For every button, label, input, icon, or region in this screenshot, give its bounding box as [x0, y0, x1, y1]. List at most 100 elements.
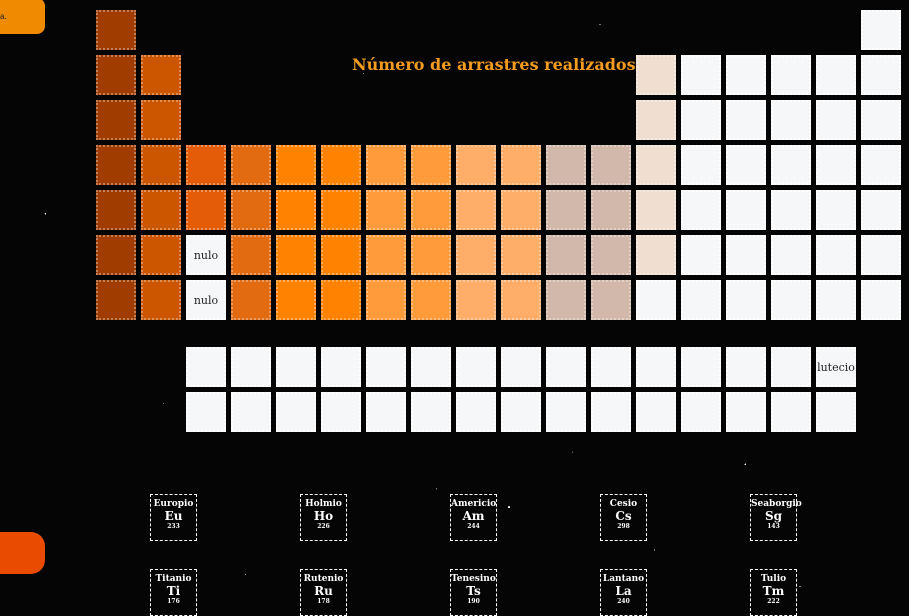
table-cell[interactable] — [861, 100, 901, 140]
table-cell[interactable] — [141, 55, 181, 95]
table-cell[interactable] — [861, 235, 901, 275]
table-cell[interactable] — [726, 235, 766, 275]
table-cell[interactable] — [96, 190, 136, 230]
table-cell[interactable] — [681, 145, 721, 185]
table-cell[interactable] — [546, 145, 586, 185]
table-cell[interactable] — [366, 235, 406, 275]
table-cell[interactable] — [726, 280, 766, 320]
table-cell[interactable] — [321, 235, 361, 275]
f-block-cell[interactable] — [186, 347, 226, 387]
table-cell[interactable] — [771, 235, 811, 275]
table-cell[interactable] — [636, 280, 676, 320]
table-cell[interactable] — [276, 235, 316, 275]
table-cell[interactable] — [96, 235, 136, 275]
table-cell[interactable] — [231, 235, 271, 275]
table-cell[interactable] — [546, 235, 586, 275]
table-cell[interactable] — [411, 145, 451, 185]
table-cell[interactable] — [501, 280, 541, 320]
f-block-cell[interactable] — [501, 347, 541, 387]
table-cell[interactable] — [321, 145, 361, 185]
table-cell[interactable] — [231, 280, 271, 320]
f-block-cell[interactable] — [186, 392, 226, 432]
f-block-cell[interactable] — [501, 392, 541, 432]
table-cell[interactable] — [276, 190, 316, 230]
table-cell[interactable] — [501, 190, 541, 230]
table-cell[interactable] — [861, 145, 901, 185]
table-cell[interactable] — [726, 100, 766, 140]
table-cell[interactable] — [771, 280, 811, 320]
f-block-cell[interactable] — [591, 347, 631, 387]
f-block-cell[interactable] — [366, 392, 406, 432]
table-cell[interactable] — [771, 190, 811, 230]
table-cell[interactable] — [231, 190, 271, 230]
table-cell[interactable] — [726, 55, 766, 95]
table-cell[interactable] — [681, 280, 721, 320]
table-cell[interactable] — [501, 235, 541, 275]
f-block-cell[interactable] — [231, 347, 271, 387]
f-block-cell[interactable] — [771, 392, 811, 432]
table-cell[interactable] — [861, 10, 901, 50]
table-cell[interactable] — [681, 55, 721, 95]
f-block-cell[interactable] — [636, 392, 676, 432]
f-block-cell[interactable] — [726, 392, 766, 432]
f-block-cell[interactable] — [276, 347, 316, 387]
table-cell[interactable] — [366, 190, 406, 230]
table-cell[interactable] — [771, 55, 811, 95]
table-cell[interactable] — [636, 55, 676, 95]
f-block-cell[interactable] — [231, 392, 271, 432]
table-cell[interactable] — [636, 190, 676, 230]
table-cell[interactable] — [636, 100, 676, 140]
f-block-cell[interactable] — [366, 347, 406, 387]
table-cell[interactable] — [861, 55, 901, 95]
table-cell[interactable] — [186, 145, 226, 185]
table-cell[interactable] — [456, 145, 496, 185]
table-cell[interactable] — [816, 100, 856, 140]
f-block-cell[interactable] — [771, 347, 811, 387]
element-card[interactable]: Seaborgio Sg 143 — [750, 494, 802, 541]
f-block-cell[interactable] — [411, 347, 451, 387]
table-cell[interactable] — [141, 235, 181, 275]
table-cell[interactable]: nulo — [186, 235, 226, 275]
element-card[interactable]: Europio Eu 233 — [150, 494, 197, 541]
element-card[interactable]: Lantano La 240 — [600, 569, 647, 616]
table-cell[interactable] — [276, 145, 316, 185]
table-cell[interactable] — [591, 145, 631, 185]
table-cell[interactable] — [816, 235, 856, 275]
table-cell[interactable] — [636, 145, 676, 185]
table-cell[interactable] — [96, 280, 136, 320]
f-block-cell[interactable] — [546, 392, 586, 432]
f-block-cell[interactable] — [321, 392, 361, 432]
element-card[interactable]: Rutenio Ru 178 — [300, 569, 347, 616]
f-block-cell[interactable] — [456, 347, 496, 387]
element-card[interactable]: Americio Am 244 — [450, 494, 497, 541]
table-cell[interactable] — [636, 235, 676, 275]
f-block-cell[interactable] — [276, 392, 316, 432]
table-cell[interactable] — [141, 190, 181, 230]
f-block-cell[interactable] — [681, 347, 721, 387]
f-block-cell[interactable] — [546, 347, 586, 387]
table-cell[interactable] — [726, 145, 766, 185]
table-cell[interactable] — [456, 190, 496, 230]
table-cell[interactable] — [546, 190, 586, 230]
table-cell[interactable] — [276, 280, 316, 320]
table-cell[interactable] — [771, 145, 811, 185]
table-cell[interactable] — [321, 190, 361, 230]
table-cell[interactable] — [411, 190, 451, 230]
f-block-cell[interactable]: lutecio — [816, 347, 856, 387]
f-block-cell[interactable] — [321, 347, 361, 387]
table-cell[interactable] — [861, 190, 901, 230]
table-cell[interactable] — [96, 145, 136, 185]
table-cell[interactable] — [96, 100, 136, 140]
table-cell[interactable] — [141, 280, 181, 320]
table-cell[interactable]: nulo — [186, 280, 226, 320]
table-cell[interactable] — [456, 235, 496, 275]
table-cell[interactable] — [366, 145, 406, 185]
table-cell[interactable] — [231, 145, 271, 185]
table-cell[interactable] — [681, 190, 721, 230]
table-cell[interactable] — [186, 190, 226, 230]
element-card[interactable]: Cesio Cs 298 — [600, 494, 647, 541]
f-block-cell[interactable] — [411, 392, 451, 432]
table-cell[interactable] — [816, 55, 856, 95]
table-cell[interactable] — [96, 10, 136, 50]
table-cell[interactable] — [96, 55, 136, 95]
